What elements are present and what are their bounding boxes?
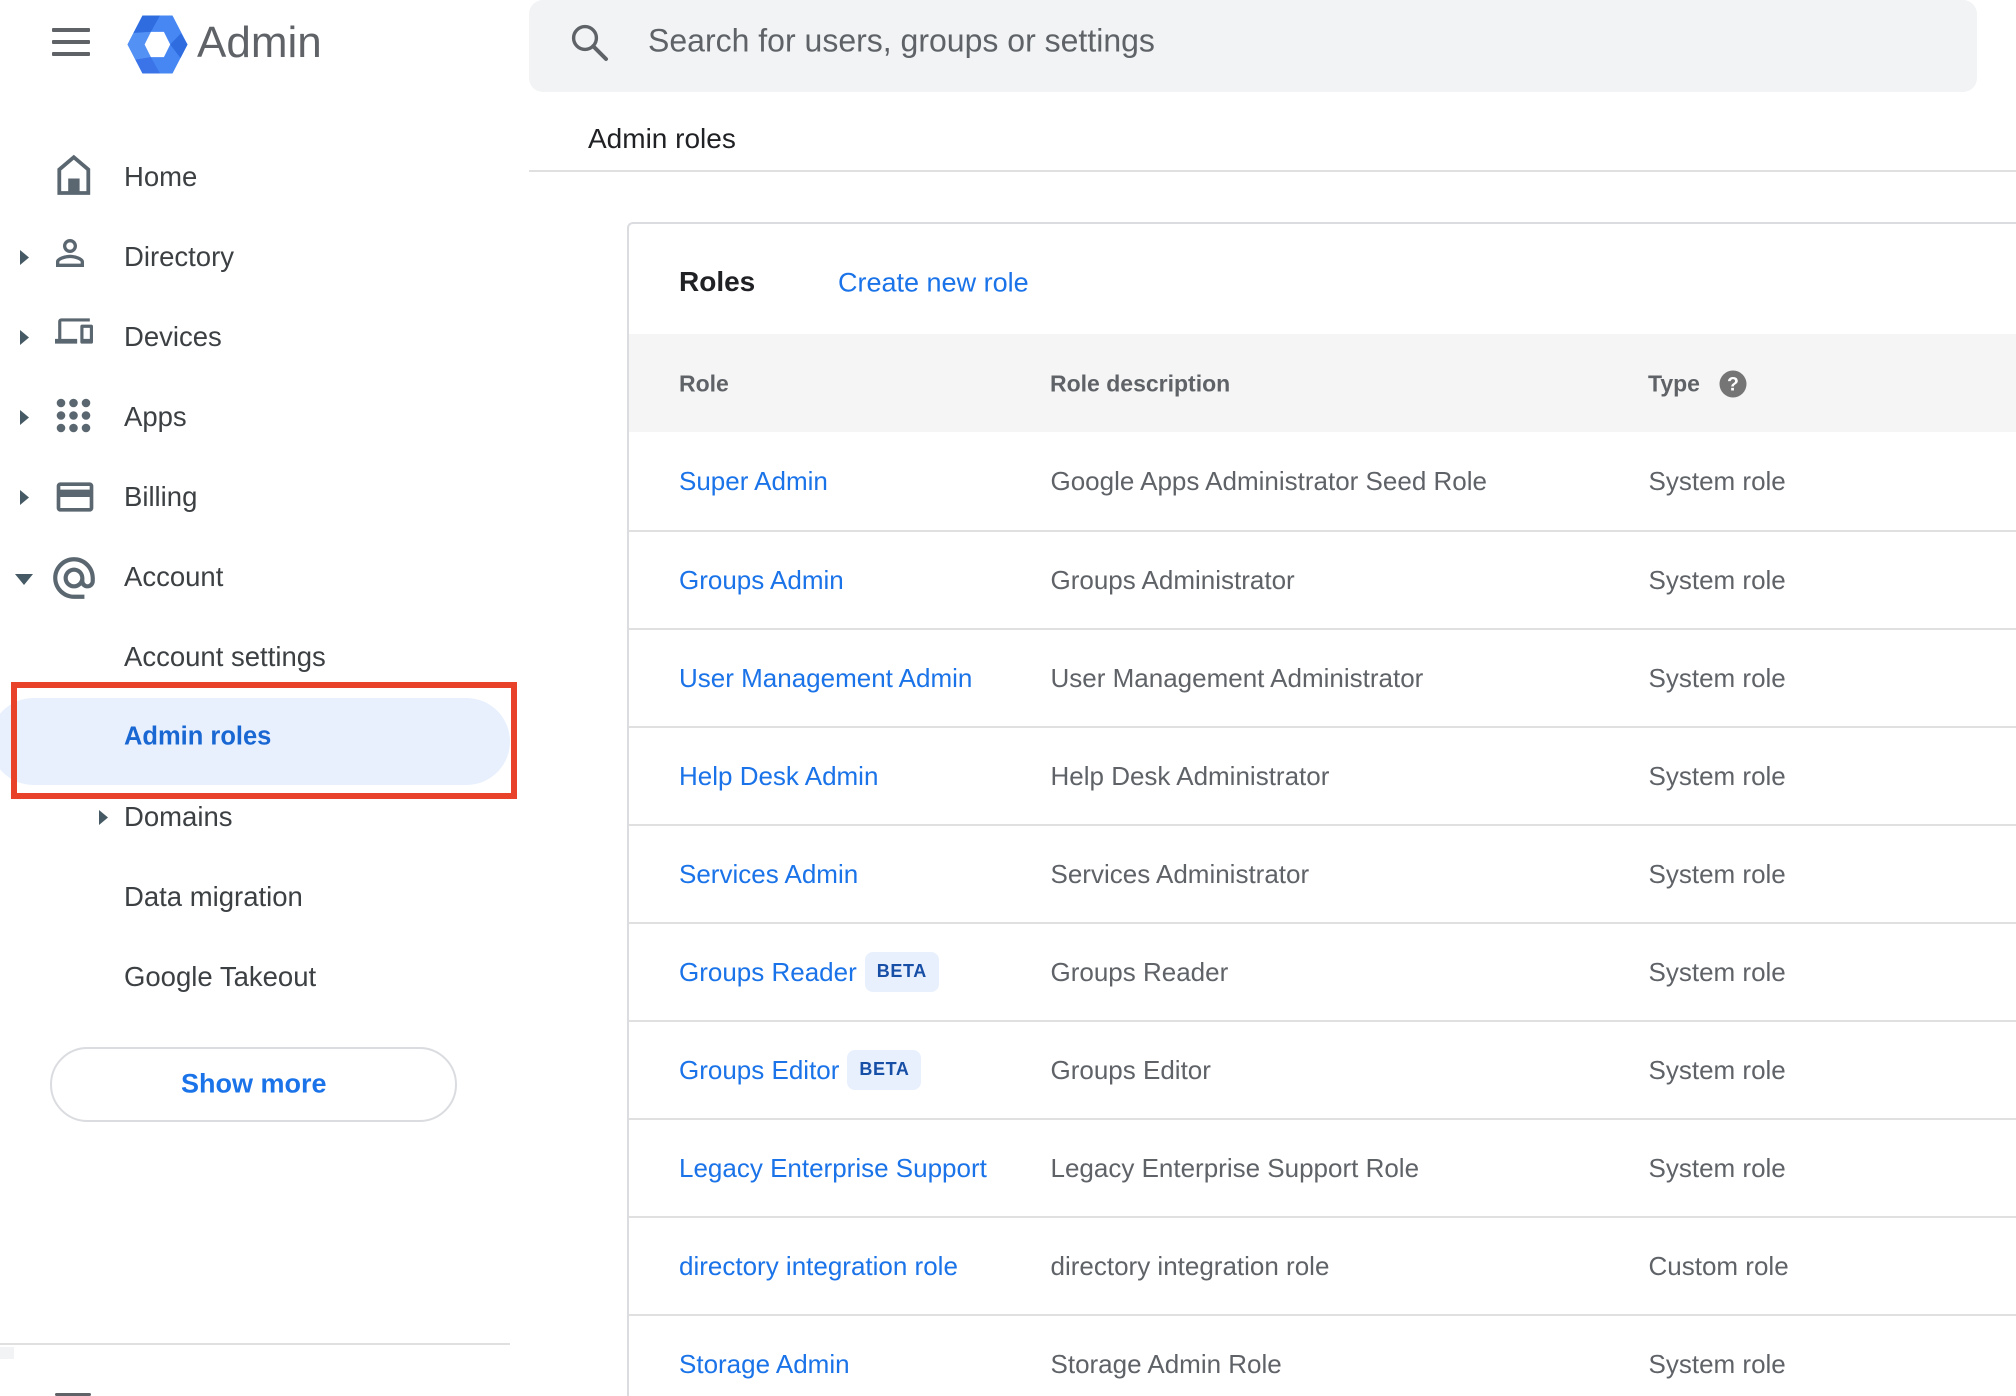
svg-text:?: ?: [1727, 374, 1739, 396]
